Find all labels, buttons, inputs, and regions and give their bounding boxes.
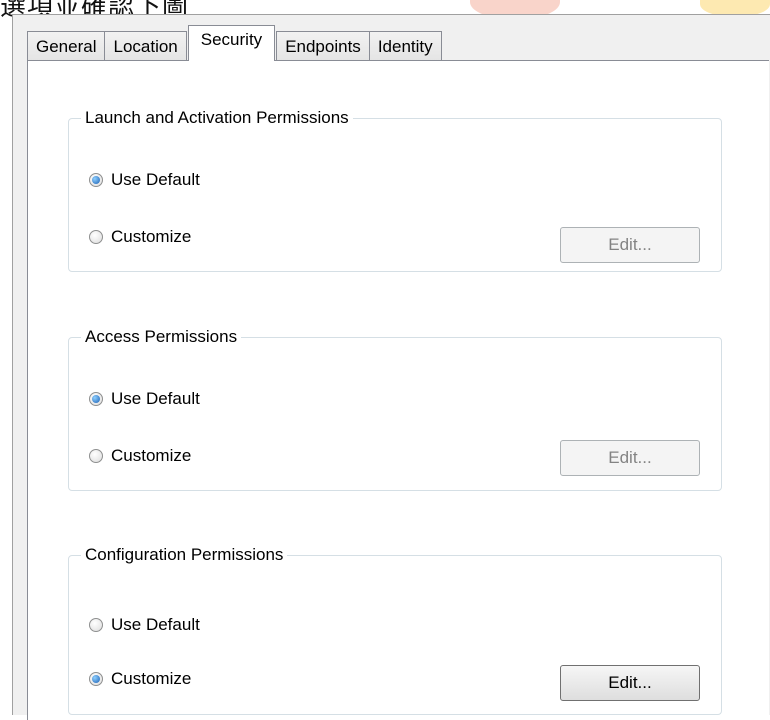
security-tab-panel: Launch and Activation Permissions Use De… (27, 60, 769, 720)
radio-label: Use Default (111, 615, 200, 634)
group-title: Launch and Activation Permissions (85, 108, 349, 127)
tab-identity[interactable]: Identity (368, 31, 442, 61)
edit-button[interactable]: Edit... (560, 227, 700, 263)
radio-label: Customize (111, 669, 192, 688)
radio-selected-icon[interactable] (89, 672, 103, 686)
radio-label: Customize (111, 446, 192, 465)
access-permissions-group: Access Permissions Use Default Customize… (68, 327, 722, 491)
radio-label: Use Default (111, 170, 200, 189)
radio-label: Customize (111, 227, 192, 246)
edit-button[interactable]: Edit... (560, 440, 700, 476)
radio-unselected-icon[interactable] (89, 230, 103, 244)
use-default-option[interactable]: Use Default (89, 170, 200, 190)
group-title: Access Permissions (85, 327, 238, 346)
tab-location[interactable]: Location (104, 31, 187, 61)
customize-option[interactable]: Customize (89, 227, 191, 247)
use-default-option[interactable]: Use Default (89, 615, 200, 635)
tab-general[interactable]: General (27, 31, 106, 61)
customize-option[interactable]: Customize (89, 669, 191, 689)
radio-label: Use Default (111, 389, 200, 408)
group-title: Configuration Permissions (85, 545, 284, 564)
edit-button[interactable]: Edit... (560, 665, 700, 701)
properties-dialog: General Location Security Endpoints Iden… (12, 14, 770, 720)
radio-selected-icon[interactable] (89, 173, 103, 187)
launch-activation-permissions-group: Launch and Activation Permissions Use De… (68, 108, 722, 272)
use-default-option[interactable]: Use Default (89, 389, 200, 409)
configuration-permissions-group: Configuration Permissions Use Default Cu… (68, 545, 722, 715)
radio-unselected-icon[interactable] (89, 449, 103, 463)
radio-selected-icon[interactable] (89, 392, 103, 406)
customize-option[interactable]: Customize (89, 446, 191, 466)
radio-unselected-icon[interactable] (89, 618, 103, 632)
tab-security[interactable]: Security (187, 25, 276, 61)
tab-bar: General Location Security Endpoints Iden… (27, 25, 442, 61)
tab-endpoints[interactable]: Endpoints (276, 31, 370, 61)
